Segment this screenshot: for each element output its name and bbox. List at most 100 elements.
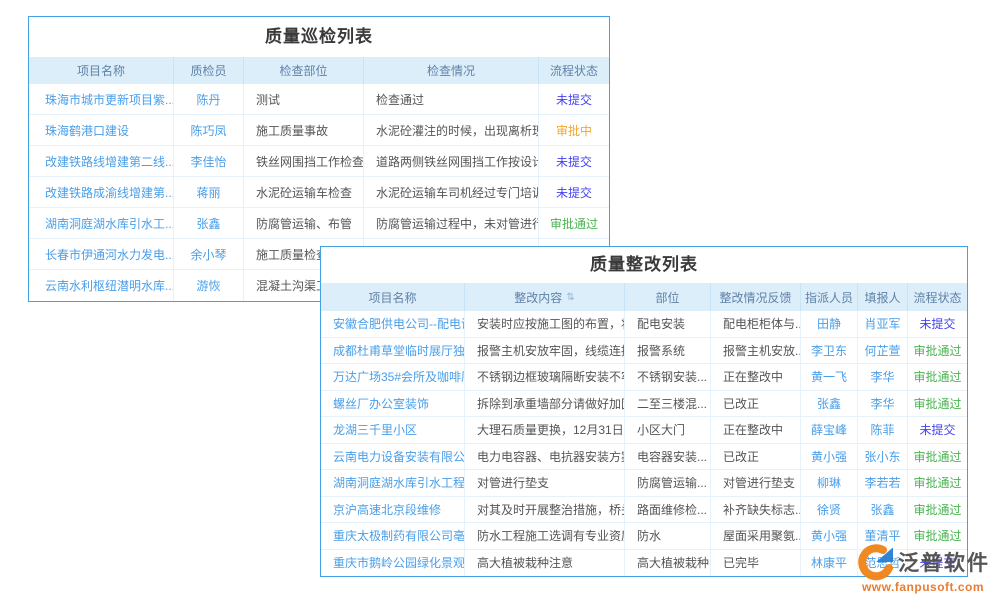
column-header-label: 填报人 [864,289,900,306]
status-text: 未提交 [908,311,967,337]
content-cell: 大理石质量更换，12月31日之... [465,417,625,443]
column-header-content[interactable]: 整改内容 ⇅ [465,283,625,311]
status-text: 审批通过 [539,208,609,238]
assignee-link[interactable]: 黄小强 [801,444,858,470]
project-name-link[interactable]: 改建铁路成渝线增建第... [29,177,174,207]
reporter-link[interactable]: 陈菲 [858,417,908,443]
project-name-link[interactable]: 螺丝厂办公室装饰 [321,391,465,417]
part-cell: 报警系统 [625,338,711,364]
situation-cell: 防腐管运输过程中，未对管进行... [364,208,539,238]
project-name-link[interactable]: 长春市伊通河水力发电... [29,239,174,269]
feedback-cell: 配电柜柜体与... [711,311,801,337]
feedback-cell: 屋面采用聚氨... [711,523,801,549]
reporter-link[interactable]: 李华 [858,391,908,417]
status-text: 审批通过 [908,497,967,523]
reporter-link[interactable]: 何芷萱 [858,338,908,364]
status-text: 审批通过 [908,470,967,496]
column-header-reporter: 填报人 [858,283,908,311]
assignee-link[interactable]: 张鑫 [801,391,858,417]
assignee-link[interactable]: 黄一飞 [801,364,858,390]
assignee-link[interactable]: 薛宝峰 [801,417,858,443]
status-text: 未提交 [539,177,609,207]
reporter-link[interactable]: 肖亚军 [858,311,908,337]
project-name-link[interactable]: 湖南洞庭湖水库引水工... [29,208,174,238]
project-name-link[interactable]: 龙湖三千里小区 [321,417,465,443]
inspector-link[interactable]: 蒋丽 [174,177,244,207]
column-header-part: 部位 [625,283,711,311]
project-name-link[interactable]: 成都杜甫草堂临时展厅独立展... [321,338,465,364]
assignee-link[interactable]: 柳琳 [801,470,858,496]
project-name-link[interactable]: 万达广场35#会所及咖啡厅空... [321,364,465,390]
column-header-label: 质检员 [190,62,226,79]
content-cell: 不锈钢边框玻璃隔断安装不牢... [465,364,625,390]
assignee-link[interactable]: 田静 [801,311,858,337]
assignee-link[interactable]: 黄小强 [801,523,858,549]
fanpu-logo-icon [856,542,896,582]
reporter-link[interactable]: 李华 [858,364,908,390]
assignee-link[interactable]: 李卫东 [801,338,858,364]
part-cell: 路面维修检... [625,497,711,523]
part-cell: 水泥砼运输车检查 [244,177,364,207]
column-header-label: 项目名称 [77,62,125,79]
table-row: 万达广场35#会所及咖啡厅空...不锈钢边框玻璃隔断安装不牢...不锈钢安装..… [321,364,967,391]
project-name-link[interactable]: 重庆市鹅岭公园绿化景观提升... [321,550,465,577]
content-cell: 对管进行垫支 [465,470,625,496]
inspector-link[interactable]: 陈丹 [174,84,244,114]
table-row: 成都杜甫草堂临时展厅独立展...报警主机安放牢固，线缆连接...报警系统报警主机… [321,338,967,365]
part-cell: 电容器安装... [625,444,711,470]
reporter-link[interactable]: 李若若 [858,470,908,496]
project-name-link[interactable]: 湖南洞庭湖水库引水工程施工标 [321,470,465,496]
project-name-link[interactable]: 珠海市城市更新项目紫... [29,84,174,114]
feedback-cell: 正在整改中 [711,417,801,443]
project-name-link[interactable]: 云南水利枢纽潜明水库... [29,270,174,301]
part-cell: 二至三楼混... [625,391,711,417]
reporter-link[interactable]: 张小东 [858,444,908,470]
part-cell: 配电安装 [625,311,711,337]
situation-cell: 道路两侧铁丝网围挡工作按设计... [364,146,539,176]
column-header-project-name: 项目名称 [321,283,465,311]
project-name-link[interactable]: 安徽合肥供电公司--配电设备... [321,311,465,337]
column-header-situation: 检查情况 [364,57,539,84]
column-header-label: 流程状态 [913,289,961,306]
rectification-table-header: 项目名称整改内容⇅部位整改情况反馈指派人员填报人流程状态 [321,283,967,311]
content-cell: 电力电容器、电抗器安装方案,... [465,444,625,470]
feedback-cell: 报警主机安放... [711,338,801,364]
project-name-link[interactable]: 改建铁路线增建第二线... [29,146,174,176]
status-text: 未提交 [539,146,609,176]
project-name-link[interactable]: 重庆太极制药有限公司亳州中... [321,523,465,549]
table-row: 螺丝厂办公室装饰拆除到承重墙部分请做好加固...二至三楼混...已改正张鑫李华审… [321,391,967,418]
column-header-label: 项目名称 [368,289,416,306]
table-row: 改建铁路线增建第二线...李佳怡铁丝网围挡工作检查道路两侧铁丝网围挡工作按设计.… [29,146,609,177]
column-header-label: 检查情况 [427,62,475,79]
inspector-link[interactable]: 游恢 [174,270,244,301]
part-cell: 防水 [625,523,711,549]
assignee-link[interactable]: 林康平 [801,550,858,577]
column-header-label: 整改内容 [514,289,562,306]
watermark-brand-row: 泛普软件 [856,542,990,582]
inspector-link[interactable]: 余小琴 [174,239,244,269]
table-row: 珠海鹤港口建设陈巧凤施工质量事故水泥砼灌注的时候，出现离析现象审批中 [29,115,609,146]
project-name-link[interactable]: 京沪高速北京段维修 [321,497,465,523]
column-header-status: 流程状态 [908,283,967,311]
part-cell: 铁丝网围挡工作检查 [244,146,364,176]
table-row: 云南电力设备安装有限公司20...电力电容器、电抗器安装方案,...电容器安装.… [321,444,967,471]
watermark-url: www.fanpusoft.com [862,580,984,594]
project-name-link[interactable]: 珠海鹤港口建设 [29,115,174,145]
sort-icon[interactable]: ⇅ [566,292,574,303]
content-cell: 安装时应按施工图的布置，将... [465,311,625,337]
feedback-cell: 正在整改中 [711,364,801,390]
inspector-link[interactable]: 张鑫 [174,208,244,238]
reporter-link[interactable]: 张鑫 [858,497,908,523]
part-cell: 高大植被栽种 [625,550,711,577]
part-cell: 防腐管运输、布管 [244,208,364,238]
table-row: 改建铁路成渝线增建第...蒋丽水泥砼运输车检查水泥砼运输车司机经过专门培训...… [29,177,609,208]
status-text: 审批通过 [908,364,967,390]
part-cell: 施工质量事故 [244,115,364,145]
rectification-table: 质量整改列表 项目名称整改内容⇅部位整改情况反馈指派人员填报人流程状态 安徽合肥… [320,246,968,577]
inspector-link[interactable]: 李佳怡 [174,146,244,176]
assignee-link[interactable]: 徐贤 [801,497,858,523]
table-row: 湖南洞庭湖水库引水工...张鑫防腐管运输、布管防腐管运输过程中，未对管进行...… [29,208,609,239]
inspection-table-header: 项目名称质检员检查部位检查情况流程状态 [29,57,609,84]
inspector-link[interactable]: 陈巧凤 [174,115,244,145]
project-name-link[interactable]: 云南电力设备安装有限公司20... [321,444,465,470]
